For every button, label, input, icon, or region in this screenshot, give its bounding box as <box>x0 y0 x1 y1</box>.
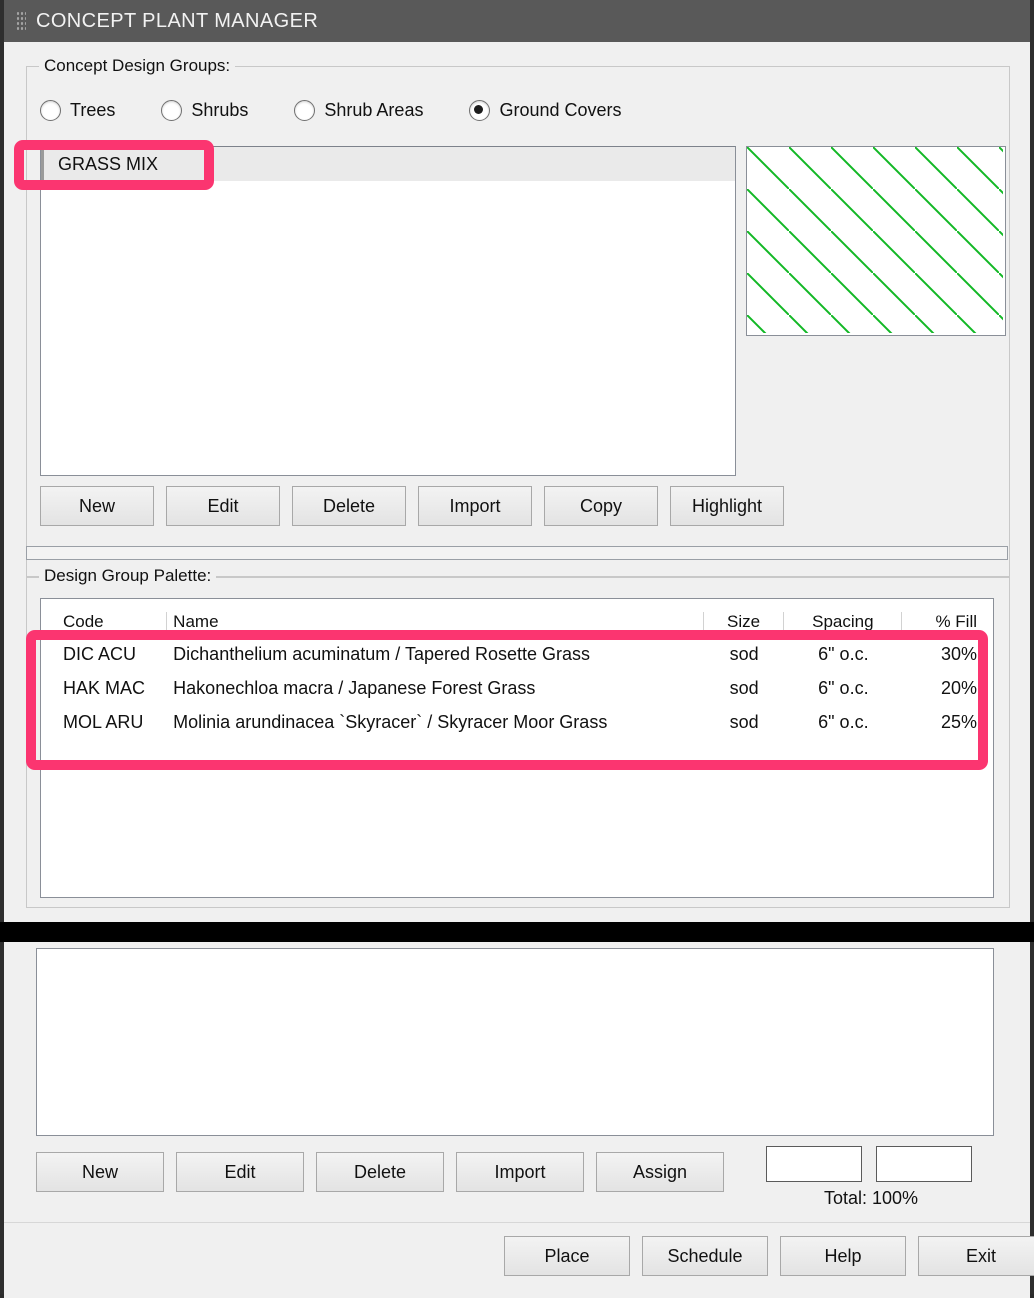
cell-code: MOL ARU <box>63 711 144 732</box>
palette-button-row: New Edit Delete Import Assign <box>36 1152 736 1192</box>
concept-design-groups-legend: Concept Design Groups: <box>39 56 236 76</box>
radio-trees[interactable]: Trees <box>40 100 115 121</box>
cell-spacing: 6" o.c. <box>818 677 869 698</box>
column-header-code[interactable]: Code <box>41 612 168 637</box>
table-header-row: Code Name Size Spacing % Fill <box>41 599 993 637</box>
design-group-palette-legend: Design Group Palette: <box>39 566 217 586</box>
copy-button[interactable]: Copy <box>544 486 658 526</box>
dialog-body-bottom: New Edit Delete Import Assign Total: 100… <box>4 942 1034 1298</box>
cell-code: DIC ACU <box>63 643 137 664</box>
place-button[interactable]: Place <box>504 1236 630 1276</box>
bottom-pane: New Edit Delete Import Assign Total: 100… <box>0 942 1034 1298</box>
table-row[interactable]: HAK MAC Hakonechloa macra / Japanese For… <box>41 671 993 705</box>
group-type-radio-row: Trees Shrubs Shrub Areas Ground Covers <box>40 100 668 121</box>
column-header-name[interactable]: Name <box>167 612 704 637</box>
cell-fill: 20% <box>940 677 978 698</box>
import-button[interactable]: Import <box>418 486 532 526</box>
cell-name: Molinia arundinacea `Skyracer` / Skyrace… <box>173 711 608 732</box>
design-group-list[interactable]: GRASS MIX <box>40 146 736 476</box>
pattern-preview <box>746 146 1006 336</box>
radio-label: Trees <box>70 100 116 120</box>
column-header-size[interactable]: Size <box>704 612 785 637</box>
radio-ground-covers[interactable]: Ground Covers <box>469 100 622 121</box>
radio-dot-icon <box>294 100 316 121</box>
total-label: Total: 100% <box>824 1188 919 1208</box>
radio-shrub-areas[interactable]: Shrub Areas <box>294 100 423 121</box>
radio-label: Shrubs <box>191 100 249 120</box>
cell-spacing: 6" o.c. <box>818 711 869 732</box>
cell-name: Hakonechloa macra / Japanese Forest Gras… <box>173 677 536 698</box>
radio-dot-icon <box>40 100 61 121</box>
table-row[interactable]: DIC ACU Dichanthelium acuminatum / Taper… <box>41 637 993 671</box>
exit-button[interactable]: Exit <box>918 1236 1034 1276</box>
drag-grip-icon[interactable] <box>16 11 26 31</box>
radio-label: Shrub Areas <box>324 100 424 120</box>
palette-assign-button[interactable]: Assign <box>596 1152 724 1192</box>
column-header-spacing[interactable]: Spacing <box>784 612 903 637</box>
radio-dot-selected-icon <box>469 100 491 121</box>
cell-code: HAK MAC <box>63 677 146 698</box>
palette-delete-button[interactable]: Delete <box>316 1152 444 1192</box>
horizontal-splitter[interactable] <box>26 546 1008 560</box>
cell-spacing: 6" o.c. <box>818 643 869 664</box>
page-title: CONCEPT PLANT MANAGER <box>36 9 319 32</box>
edit-button[interactable]: Edit <box>166 486 280 526</box>
cell-fill: 25% <box>940 711 978 732</box>
design-group-button-row: New Edit Delete Import Copy Highlight <box>40 486 796 526</box>
footer-divider <box>4 1222 1030 1223</box>
cell-name: Dichanthelium acuminatum / Tapered Roset… <box>173 643 591 664</box>
screenshot-root: CONCEPT PLANT MANAGER Concept Design Gro… <box>0 0 1034 1298</box>
screenshot-seam <box>0 922 1034 942</box>
highlight-button[interactable]: Highlight <box>670 486 784 526</box>
table-row[interactable]: MOL ARU Molinia arundinacea `Skyracer` /… <box>41 705 993 739</box>
radio-dot-icon <box>161 100 183 121</box>
palette-new-button[interactable]: New <box>36 1152 164 1192</box>
footer-button-row: Place Schedule Help Exit <box>504 1236 1034 1276</box>
help-button[interactable]: Help <box>780 1236 906 1276</box>
window-edge-right <box>1030 0 1034 922</box>
radio-label: Ground Covers <box>499 100 622 120</box>
list-item[interactable]: GRASS MIX <box>41 147 735 181</box>
cell-size: sod <box>729 677 759 698</box>
palette-edit-button[interactable]: Edit <box>176 1152 304 1192</box>
cell-size: sod <box>729 711 759 732</box>
delete-button[interactable]: Delete <box>292 486 406 526</box>
fill-field-2[interactable] <box>876 1146 972 1182</box>
cell-fill: 30% <box>940 643 978 664</box>
top-pane: CONCEPT PLANT MANAGER Concept Design Gro… <box>0 0 1034 922</box>
new-button[interactable]: New <box>40 486 154 526</box>
palette-import-button[interactable]: Import <box>456 1152 584 1192</box>
title-bar[interactable]: CONCEPT PLANT MANAGER <box>4 0 1030 42</box>
schedule-button[interactable]: Schedule <box>642 1236 768 1276</box>
diagonal-hatch-icon <box>747 147 1003 333</box>
radio-shrubs[interactable]: Shrubs <box>161 100 248 121</box>
dialog-body-top: Concept Design Groups: Trees Shrubs Shru… <box>4 42 1030 922</box>
cell-size: sod <box>729 643 759 664</box>
column-header-fill[interactable]: % Fill <box>902 612 993 637</box>
palette-table-continuation[interactable] <box>36 948 994 1136</box>
fill-field-1[interactable] <box>766 1146 862 1182</box>
palette-table[interactable]: Code Name Size Spacing % Fill DIC ACU Di… <box>40 598 994 898</box>
